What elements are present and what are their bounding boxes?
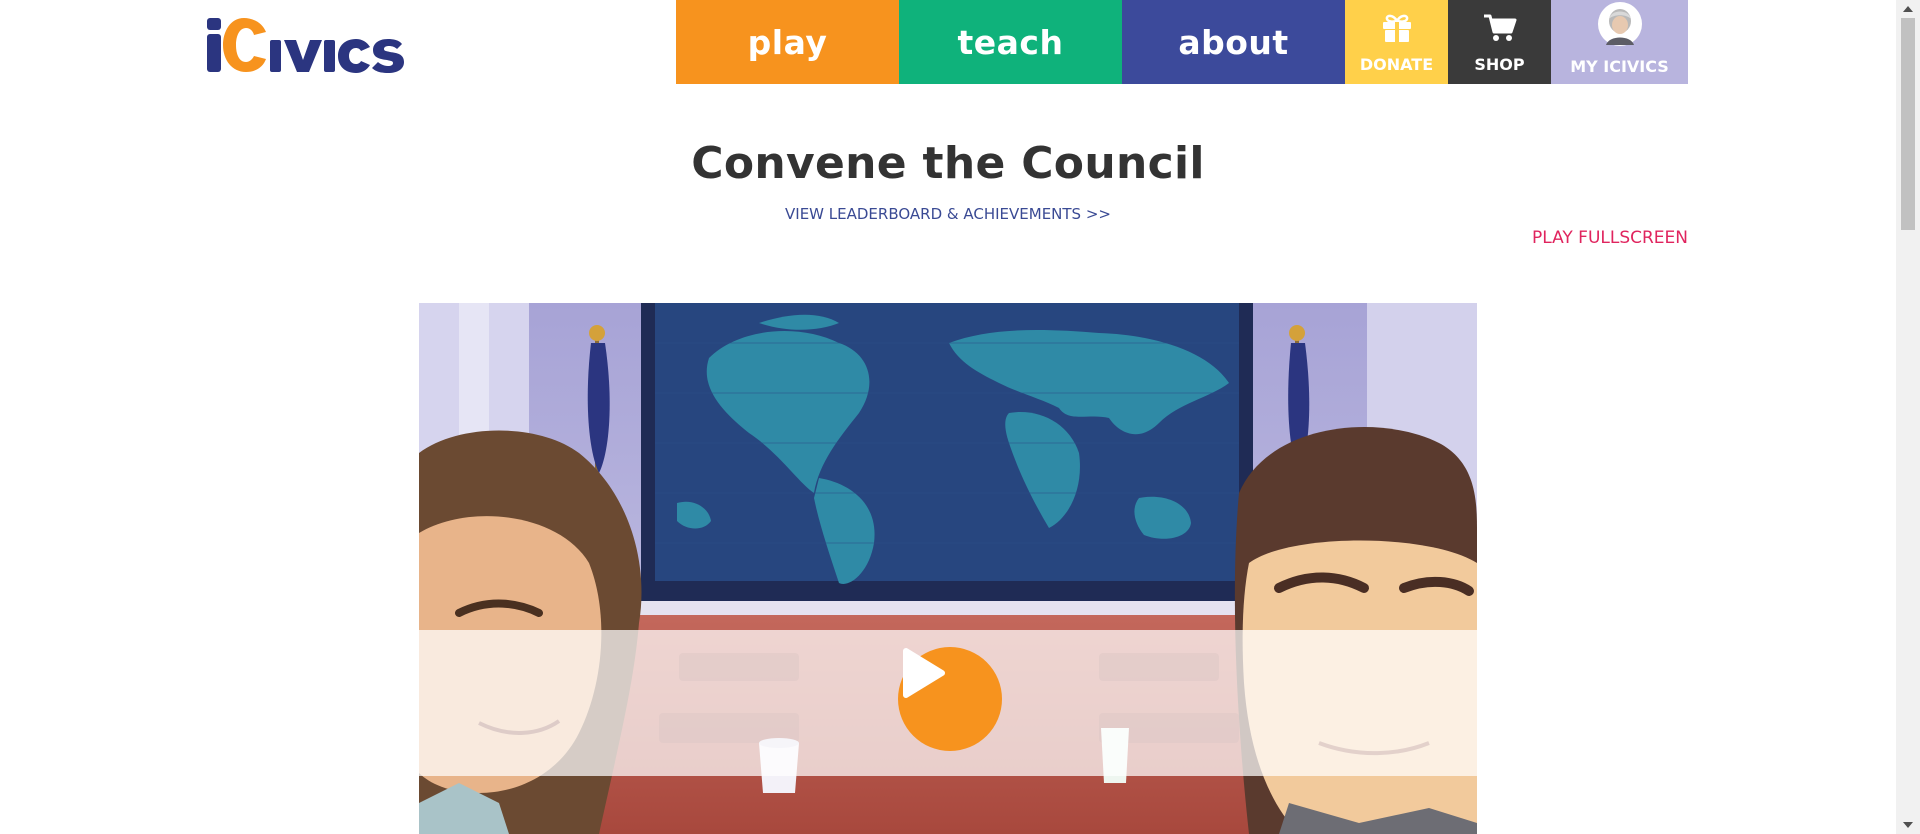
scroll-up-arrow-icon[interactable] <box>1896 0 1920 18</box>
scrollbar-thumb[interactable] <box>1901 18 1915 230</box>
nav-about-label: about <box>1178 22 1289 62</box>
nav-donate[interactable]: DONATE <box>1345 0 1448 84</box>
nav-my-icivics[interactable]: MY ICIVICS <box>1551 0 1688 84</box>
icivics-logo-mark <box>207 18 404 73</box>
nav-my-icivics-label: MY ICIVICS <box>1570 57 1669 76</box>
nav-about[interactable]: about <box>1122 0 1345 84</box>
main-nav: play teach about DONATE SHOP MY ICIVICS <box>676 0 1688 84</box>
cart-icon <box>1483 13 1517 47</box>
page-scrollbar[interactable] <box>1896 0 1920 834</box>
nav-shop-label: SHOP <box>1474 55 1525 74</box>
leaderboard-link[interactable]: VIEW LEADERBOARD & ACHIEVEMENTS >> <box>0 205 1896 223</box>
nav-teach[interactable]: teach <box>899 0 1122 84</box>
nav-donate-label: DONATE <box>1359 55 1434 74</box>
game-preview[interactable] <box>419 303 1477 834</box>
icivics-logo[interactable] <box>204 14 452 74</box>
play-icon <box>903 648 945 698</box>
avatar <box>1597 1 1643 51</box>
nav-teach-label: teach <box>957 22 1064 62</box>
nav-play-label: play <box>747 22 828 62</box>
scroll-down-arrow-icon[interactable] <box>1896 816 1920 834</box>
play-button[interactable] <box>898 647 1002 751</box>
gift-icon <box>1381 13 1413 47</box>
nav-shop[interactable]: SHOP <box>1448 0 1551 84</box>
play-fullscreen-link[interactable]: PLAY FULLSCREEN <box>1532 228 1688 248</box>
nav-play[interactable]: play <box>676 0 899 84</box>
game-title: Convene the Council <box>691 138 1205 189</box>
